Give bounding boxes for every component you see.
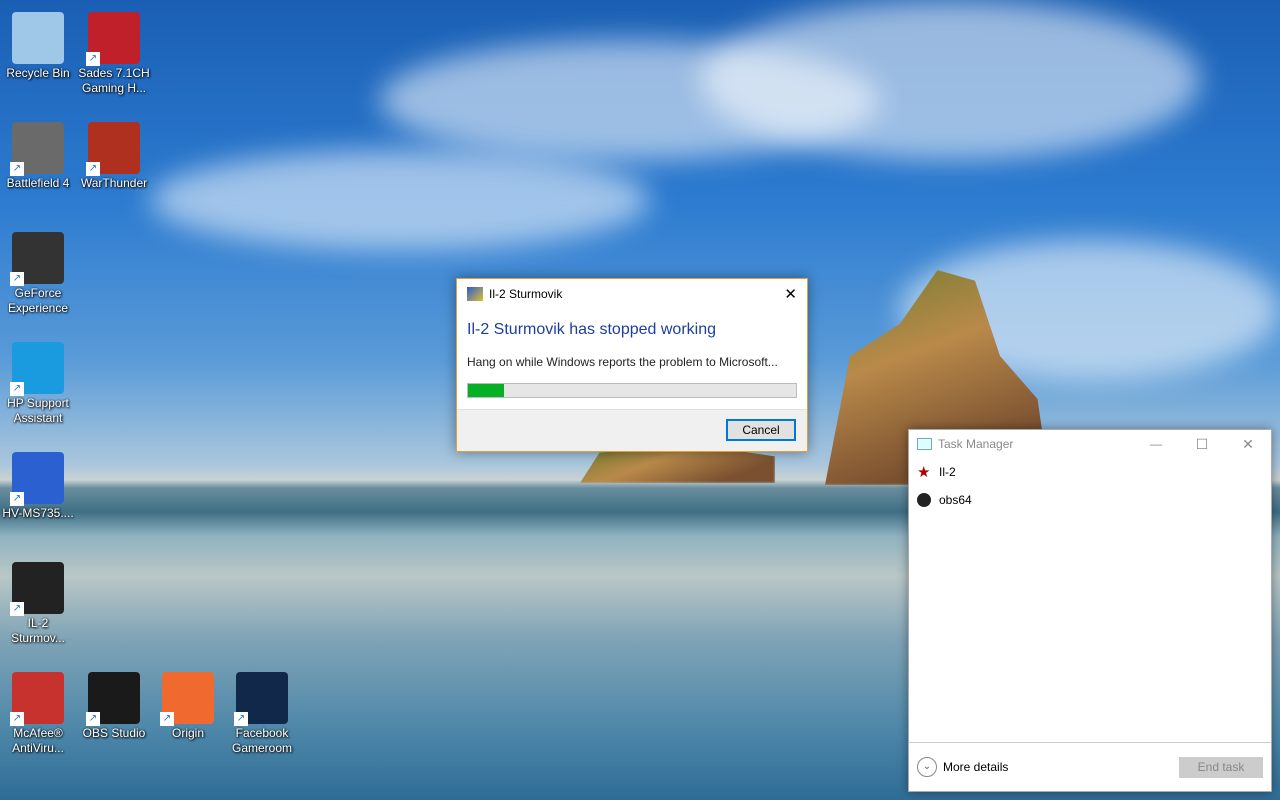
desktop-icon[interactable]: ↗ Facebook Gameroom	[224, 668, 300, 756]
desktop-icon[interactable]: ↗ Origin	[150, 668, 226, 741]
task-manager-icon	[917, 438, 932, 450]
close-button[interactable]: ✕	[784, 285, 797, 303]
shortcut-arrow-icon: ↗	[234, 712, 248, 726]
icon-label: Battlefield 4	[6, 176, 70, 190]
app-row[interactable]: obs64	[909, 486, 1271, 514]
icon-label: HP Support Assistant	[7, 396, 69, 425]
cancel-button[interactable]: Cancel	[726, 419, 796, 441]
task-manager-window: Task Manager — ☐ ✕ ★ Il-2 obs64 ⌄ More d…	[908, 429, 1272, 792]
shortcut-arrow-icon: ↗	[86, 162, 100, 176]
desktop-icon[interactable]: ↗ WarThunder	[76, 118, 152, 191]
shortcut-arrow-icon: ↗	[10, 492, 24, 506]
icon-label: Facebook Gameroom	[231, 726, 293, 755]
desktop-icon[interactable]: ↗ McAfee® AntiViru...	[0, 668, 76, 756]
icon-label: IL-2 Sturmov...	[11, 616, 65, 645]
icon-label: Origin	[171, 726, 204, 740]
progress-bar	[467, 383, 797, 398]
icon-label: Recycle Bin	[6, 66, 70, 80]
chevron-down-icon[interactable]: ⌄	[917, 757, 937, 777]
recycle-bin-icon	[12, 12, 64, 64]
sades-icon: ↗	[86, 12, 140, 66]
icon-label: WarThunder	[80, 176, 148, 190]
desktop-icon[interactable]: ↗ Battlefield 4	[0, 118, 76, 191]
dialog-message: Hang on while Windows reports the proble…	[467, 355, 778, 369]
app-name: Il-2	[939, 465, 956, 479]
icon-label: Sades 7.1CH Gaming H...	[78, 66, 150, 95]
icon-label: OBS Studio	[82, 726, 146, 740]
dialog-heading: Il-2 Sturmovik has stopped working	[467, 321, 716, 338]
shortcut-arrow-icon: ↗	[86, 52, 100, 66]
warthunder-icon: ↗	[86, 122, 140, 176]
app-name: obs64	[939, 493, 972, 507]
app-row[interactable]: ★ Il-2	[909, 458, 1271, 486]
star-icon: ★	[917, 464, 931, 481]
dialog-title: Il-2 Sturmovik	[489, 287, 563, 301]
desktop-icon[interactable]: ↗ OBS Studio	[76, 668, 152, 741]
shortcut-arrow-icon: ↗	[10, 272, 24, 286]
maximize-button[interactable]: ☐	[1179, 436, 1225, 453]
close-button[interactable]: ✕	[1225, 436, 1271, 453]
shortcut-arrow-icon: ↗	[10, 602, 24, 616]
icon-label: GeForce Experience	[7, 286, 69, 315]
shortcut-arrow-icon: ↗	[10, 162, 24, 176]
error-report-icon	[467, 287, 483, 301]
window-title: Task Manager	[938, 437, 1014, 451]
desktop-icon[interactable]: ↗ Sades 7.1CH Gaming H...	[76, 8, 152, 96]
shortcut-arrow-icon: ↗	[10, 712, 24, 726]
more-details-link[interactable]: More details	[943, 760, 1008, 774]
shortcut-arrow-icon: ↗	[10, 382, 24, 396]
il2-icon: ↗	[10, 562, 64, 616]
geforce-icon: ↗	[10, 232, 64, 286]
end-task-button[interactable]: End task	[1179, 756, 1263, 778]
desktop-icon[interactable]: ↗ HP Support Assistant	[0, 338, 76, 426]
desktop-icon[interactable]: ↗ IL-2 Sturmov...	[0, 558, 76, 646]
obs-icon: ↗	[86, 672, 140, 726]
progress-fill	[468, 384, 505, 397]
desktop-icon[interactable]: Recycle Bin	[0, 8, 76, 81]
help-icon: ↗	[10, 342, 64, 396]
battlefield-icon: ↗	[10, 122, 64, 176]
shortcut-arrow-icon: ↗	[160, 712, 174, 726]
obs-icon	[917, 493, 931, 507]
mcafee-icon: ↗	[10, 672, 64, 726]
minimize-button[interactable]: —	[1133, 437, 1179, 451]
desktop-icon[interactable]: ↗ HV-MS735....	[0, 448, 76, 521]
origin-icon: ↗	[160, 672, 214, 726]
desktop-icon[interactable]: ↗ GeForce Experience	[0, 228, 76, 316]
error-dialog: Il-2 Sturmovik ✕ Il-2 Sturmovik has stop…	[456, 278, 808, 452]
mouse-app-icon: ↗	[10, 452, 64, 506]
gameroom-icon: ↗	[234, 672, 288, 726]
shortcut-arrow-icon: ↗	[86, 712, 100, 726]
icon-label: McAfee® AntiViru...	[12, 726, 64, 755]
icon-label: HV-MS735....	[2, 506, 74, 520]
